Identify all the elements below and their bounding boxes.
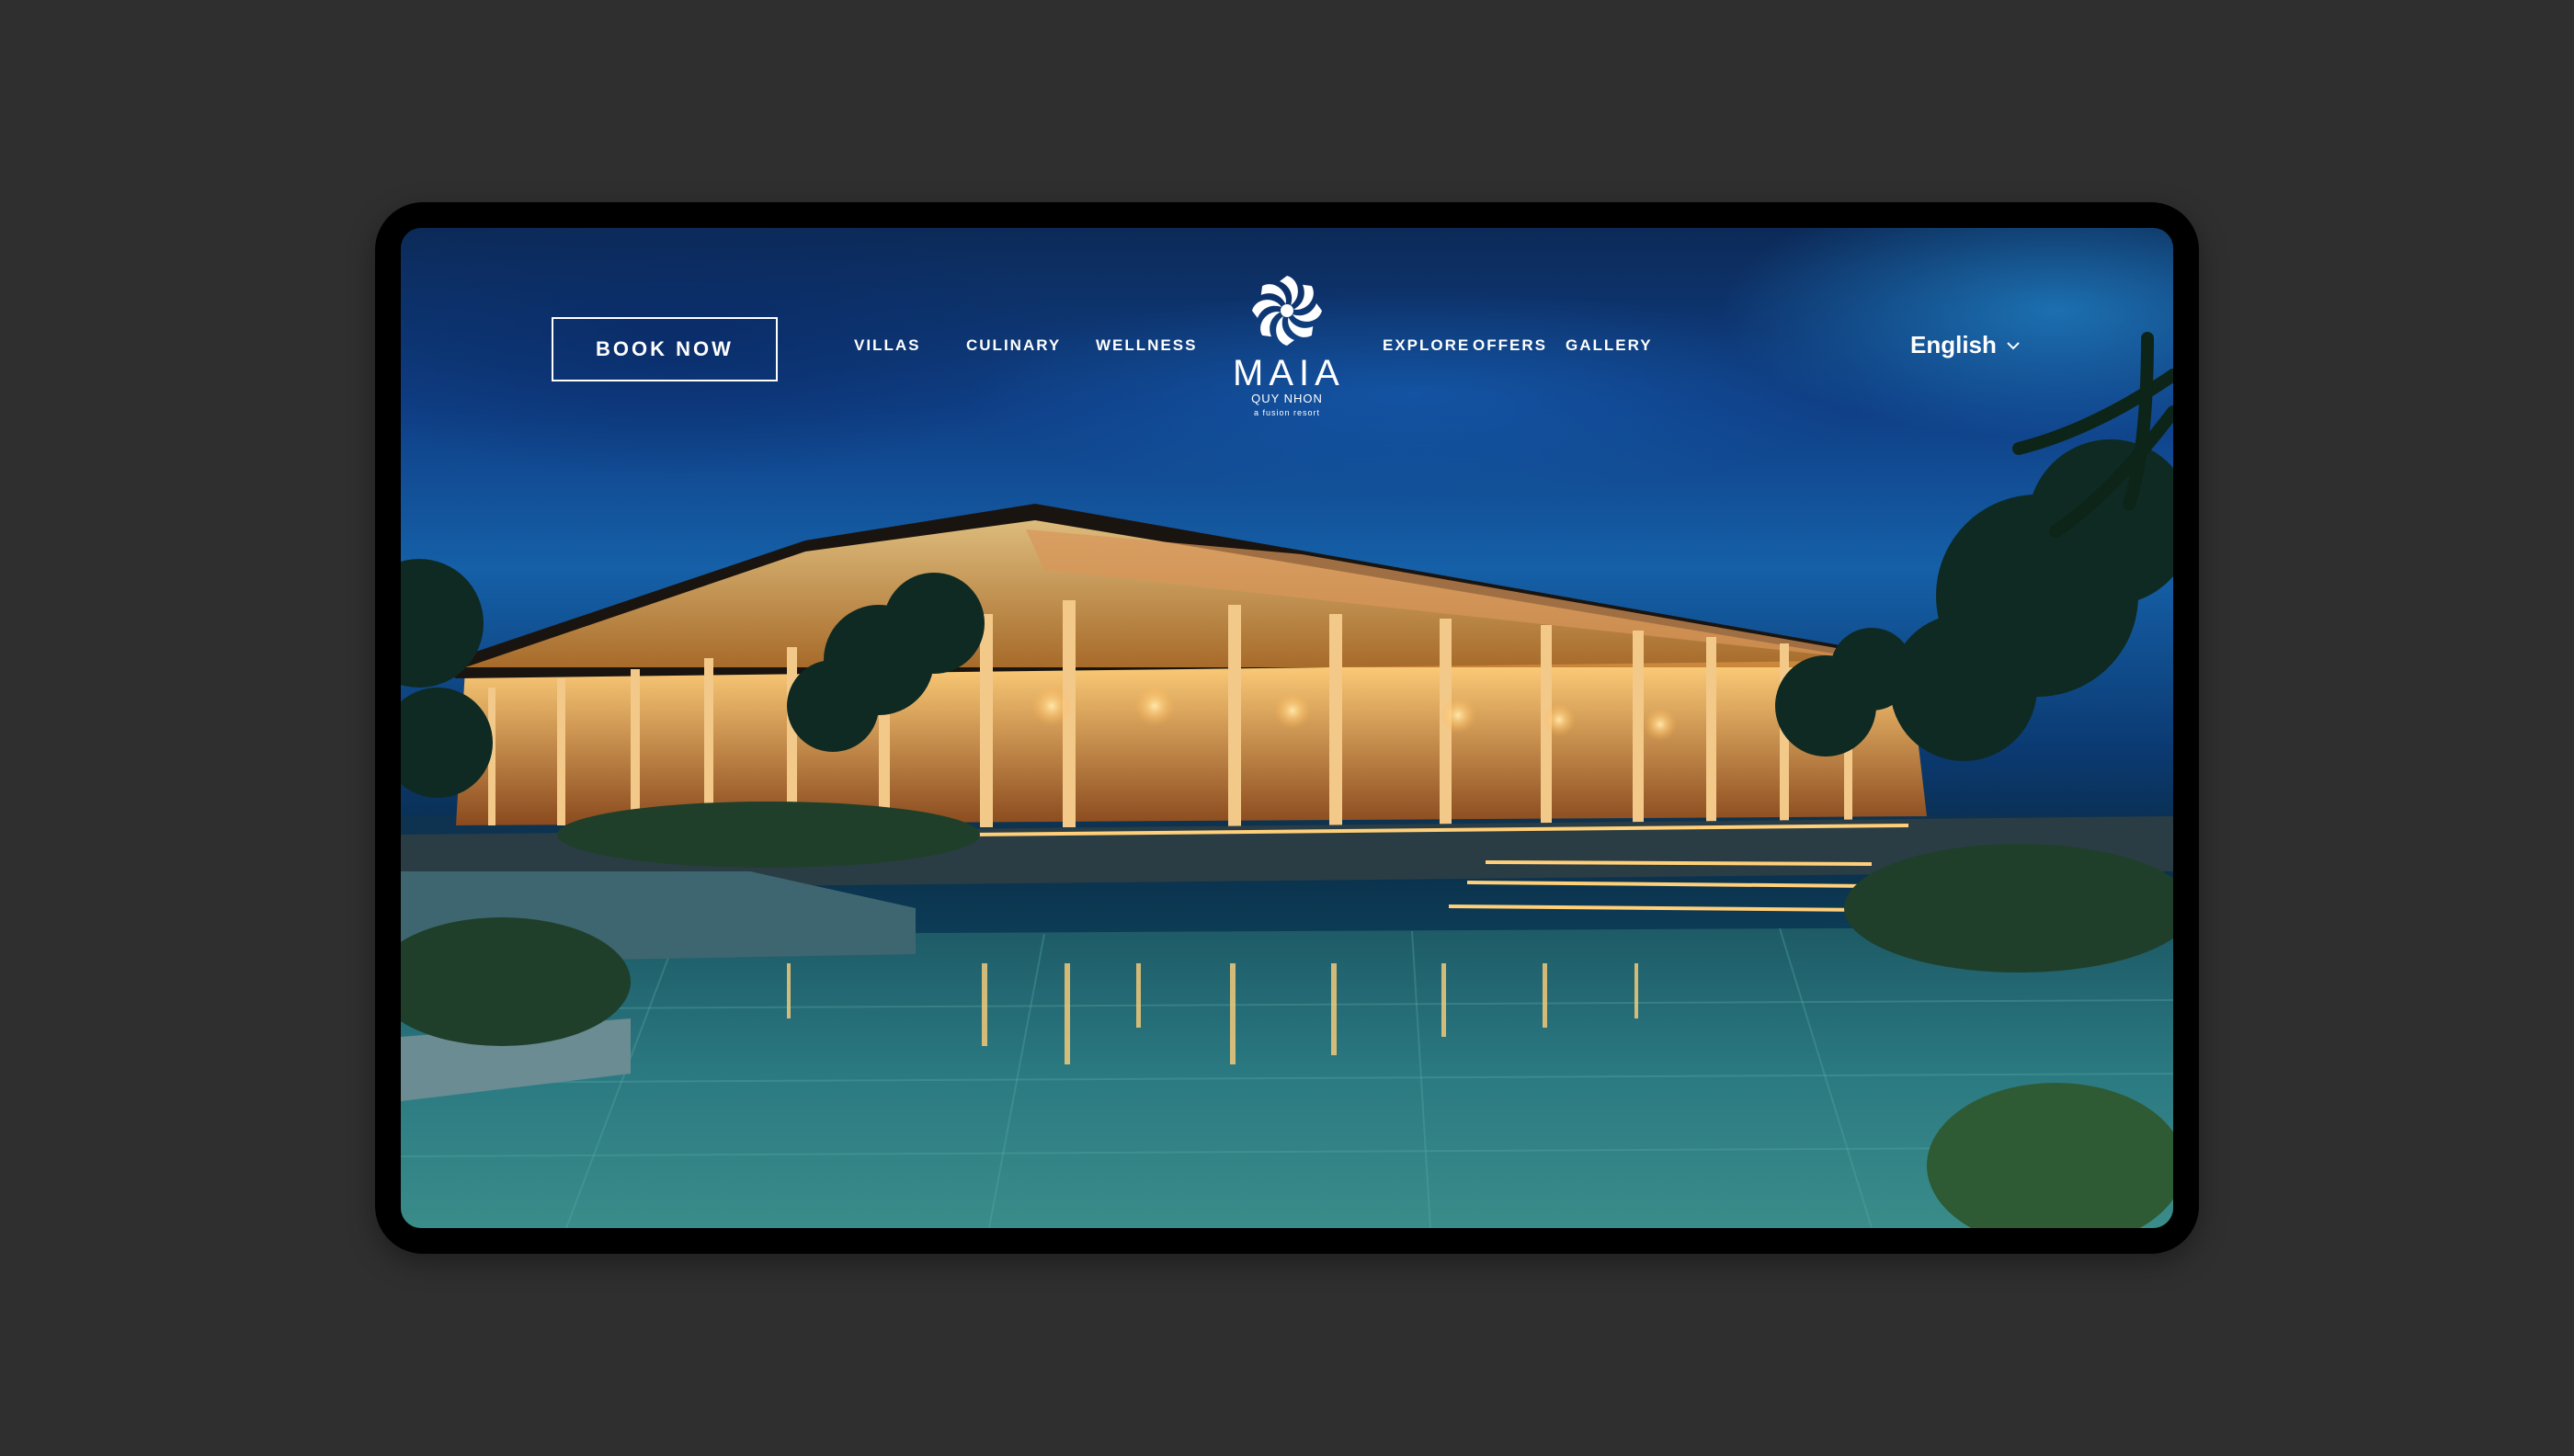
logo-brand: MAIA — [1233, 353, 1345, 393]
nav-gallery[interactable]: GALLERY — [1566, 336, 1653, 355]
site-header: BOOK NOW VILLAS CULINARY WELLNESS MAIA Q… — [401, 228, 2173, 449]
nav-villas[interactable]: VILLAS — [854, 336, 920, 355]
nav-culinary[interactable]: CULINARY — [966, 336, 1061, 355]
device-frame: BOOK NOW VILLAS CULINARY WELLNESS MAIA Q… — [375, 202, 2199, 1254]
nav-offers[interactable]: OFFERS — [1473, 336, 1547, 355]
site-logo[interactable]: MAIA QUY NHON a fusion resort — [1233, 272, 1341, 419]
website-screen: BOOK NOW VILLAS CULINARY WELLNESS MAIA Q… — [401, 228, 2173, 1228]
language-label: English — [1910, 331, 1997, 358]
nav-explore[interactable]: EXPLORE — [1383, 336, 1470, 355]
logo-tagline: a fusion resort — [1253, 408, 1321, 417]
flower-logo-icon — [1252, 276, 1322, 346]
language-selector[interactable]: English — [1910, 331, 2021, 359]
book-now-button[interactable]: BOOK NOW — [552, 317, 778, 381]
logo-location: QUY NHON — [1251, 392, 1323, 405]
nav-wellness[interactable]: WELLNESS — [1096, 336, 1197, 355]
chevron-down-icon — [2007, 341, 2020, 349]
